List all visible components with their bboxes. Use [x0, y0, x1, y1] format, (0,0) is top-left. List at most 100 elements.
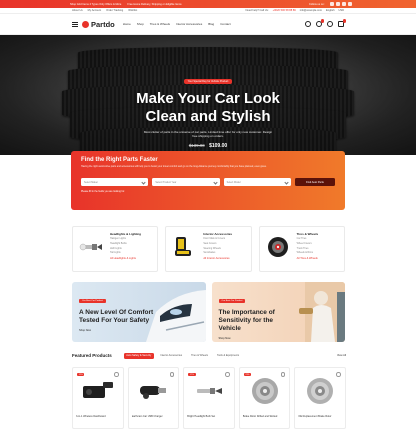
product-name[interactable]: Brake Rotor Drilled and Slotted	[243, 415, 287, 418]
youtube-icon[interactable]	[347, 1, 352, 7]
shop-now-link[interactable]: Shop Now	[79, 329, 199, 332]
category-sublink[interactable]: Sunshades	[203, 251, 246, 255]
instagram-icon[interactable]	[341, 1, 346, 7]
language-select[interactable]: English	[326, 9, 335, 12]
wishlist-heart-icon[interactable]	[225, 372, 230, 377]
logo-mark-icon	[82, 20, 89, 28]
tab-tires[interactable]: Tires & Wheels	[189, 353, 211, 359]
hamburger-menu-icon[interactable]	[72, 21, 78, 27]
shop-now-link[interactable]: Shop Now	[219, 337, 339, 340]
compare-icon[interactable]	[327, 21, 333, 27]
category-cards: Headlights & Lighting Halogen Lights Hea…	[72, 226, 345, 272]
facebook-icon[interactable]	[329, 1, 334, 7]
wishlist-heart-icon[interactable]	[280, 372, 286, 377]
headlight-bulb-image	[187, 371, 231, 411]
featured-products-header: Featured Products Auto Safety & Security…	[72, 351, 346, 360]
nav-item-contact[interactable]: Contact	[220, 22, 230, 26]
product-name[interactable]: 3-in-1 Wireless Dashboard	[76, 415, 120, 418]
category-all-link[interactable]: All Interior Accessories	[203, 257, 246, 260]
category-title: Headlights & Lighting	[110, 232, 141, 236]
main-navigation: Partdo Home Shop Tires & Wheels Interior…	[0, 14, 416, 35]
util-link-account[interactable]: My Account	[88, 9, 101, 12]
product-card[interactable]: OE Replacement Brake Rotor	[294, 367, 346, 429]
top-announcement-bar: Shop Grid Items 4 Types Only Offers & Mo…	[0, 0, 416, 8]
category-sublink[interactable]: Halogen Lights	[110, 237, 153, 241]
product-name[interactable]: Earthcam Car USB Charger	[132, 415, 176, 418]
product-grid: 12% 3-in-1 Wireless Dashboard Earthcam C…	[72, 367, 346, 429]
category-sublink[interactable]: Floor Mats & Covers	[203, 237, 246, 241]
wishlist-heart-icon[interactable]	[169, 372, 175, 377]
new-price: $109.00	[209, 143, 228, 149]
cart-icon[interactable]	[338, 19, 346, 27]
currency-select[interactable]: USD	[339, 9, 344, 12]
brake-rotor-image	[298, 371, 342, 411]
email-address[interactable]: info@example.com	[300, 9, 322, 12]
tab-interior[interactable]: Interior Accessories	[158, 353, 185, 359]
util-link-tracking[interactable]: Order Tracking	[106, 9, 123, 12]
heart-icon[interactable]	[316, 19, 324, 27]
promo-banner-comfort[interactable]: Our Best Car Product A New Level Of Comf…	[72, 282, 206, 342]
twitter-icon[interactable]	[335, 1, 340, 7]
product-card[interactable]: 12% 3-in-1 Wireless Dashboard	[72, 367, 124, 429]
category-card-interior[interactable]: Interior Accessories Floor Mats & Covers…	[165, 226, 252, 272]
featured-title: Featured Products	[72, 353, 112, 358]
site-logo[interactable]: Partdo	[82, 20, 115, 29]
category-sublink[interactable]: Car Tires	[297, 237, 340, 241]
category-sublink[interactable]: Seat Covers	[203, 242, 246, 246]
promo-title: The Importance of Sensitivity for the Ve…	[218, 309, 275, 332]
product-name[interactable]: OE Replacement Brake Rotor	[298, 415, 342, 418]
util-link-about[interactable]: About Us	[72, 9, 83, 12]
nav-item-interior[interactable]: Interior Accessories	[176, 22, 202, 26]
category-all-link[interactable]: All Tires & Wheels	[297, 257, 340, 260]
category-sublink[interactable]: Tail Lights	[110, 251, 153, 255]
util-link-wishlist[interactable]: Wishlist	[128, 9, 137, 12]
phone-number[interactable]: +0020 500 58 88 89	[273, 9, 296, 12]
dash-camera-image	[76, 371, 120, 411]
finder-title: Find the Right Parts Faster	[81, 157, 158, 163]
category-sublink[interactable]: Truck Tires	[297, 247, 340, 251]
category-all-link[interactable]: All Headlights & Lights	[110, 257, 153, 260]
usb-charger-image	[132, 371, 176, 411]
announcement-text: Shop Grid Items 4 Types Only Offers & Mo…	[70, 2, 122, 6]
nav-item-blog[interactable]: Blog	[208, 22, 214, 26]
category-sublink[interactable]: Headlight Bulbs	[110, 242, 153, 246]
promo-tag: Our Best Car Product	[218, 299, 246, 303]
headlight-bulb-image	[77, 232, 105, 262]
user-icon[interactable]	[305, 21, 311, 27]
old-price: $139.00	[188, 143, 205, 148]
wishlist-heart-icon[interactable]	[114, 372, 119, 377]
maker-select[interactable]: Select Maker	[81, 178, 149, 186]
product-card[interactable]: 23% Brake Rotor Drilled and Slotted	[238, 367, 291, 429]
product-card[interactable]: Earthcam Car USB Charger	[127, 367, 180, 429]
wishlist-heart-icon[interactable]	[336, 372, 341, 377]
hero-subtitle: Most clutter of parts in the universe of…	[143, 130, 273, 138]
tab-auto-safety[interactable]: Auto Safety & Security	[123, 352, 154, 359]
category-sublink[interactable]: Wheel Covers	[297, 242, 340, 246]
promo-title: A New Level Of Comfort Tested For Your S…	[79, 309, 154, 324]
nav-item-tires[interactable]: Tires & Wheels	[150, 22, 170, 26]
hero-price: $139.00 $109.00	[0, 143, 416, 149]
model-select[interactable]: Select Model	[223, 178, 291, 186]
nav-item-home[interactable]: Home	[123, 22, 131, 26]
phone-label: Need help? Call Us:	[245, 9, 269, 12]
product-name[interactable]: Bright Headlight Bulb Set	[187, 415, 231, 418]
category-sublink[interactable]: Wheels & Rims	[297, 251, 340, 255]
tab-tools[interactable]: Tools & Equipments	[214, 353, 241, 359]
finder-note: Please fill in the fields you are lookin…	[81, 190, 125, 193]
category-sublink[interactable]: Steering Wheels	[203, 247, 246, 251]
sale-badge: 12%	[77, 373, 85, 377]
promo-banner-sensitivity[interactable]: Our Best Car Product The Importance of S…	[211, 282, 345, 342]
nav-item-shop[interactable]: Shop	[137, 22, 144, 26]
sale-badge: 17%	[188, 373, 196, 377]
product-card[interactable]: 17% Bright Headlight Bulb Set	[183, 367, 235, 429]
category-card-tires[interactable]: Tires & Wheels Car Tires Wheel Covers Tr…	[258, 226, 345, 272]
category-card-headlights[interactable]: Headlights & Lighting Halogen Lights Hea…	[72, 226, 159, 272]
category-sublink[interactable]: LED Lights	[110, 247, 153, 251]
year-select[interactable]: Select Product Year	[152, 178, 220, 186]
follow-label: Follow us on:	[309, 2, 325, 6]
hero-title: Make Your Car Look Clean and Stylish	[136, 90, 280, 125]
find-parts-button[interactable]: Find Auto Parts	[294, 178, 335, 186]
view-all-link[interactable]: View All	[337, 354, 346, 357]
category-title: Tires & Wheels	[296, 232, 319, 236]
announcement-text: Free Home Delivery, Shipping on Eligible…	[127, 2, 182, 6]
